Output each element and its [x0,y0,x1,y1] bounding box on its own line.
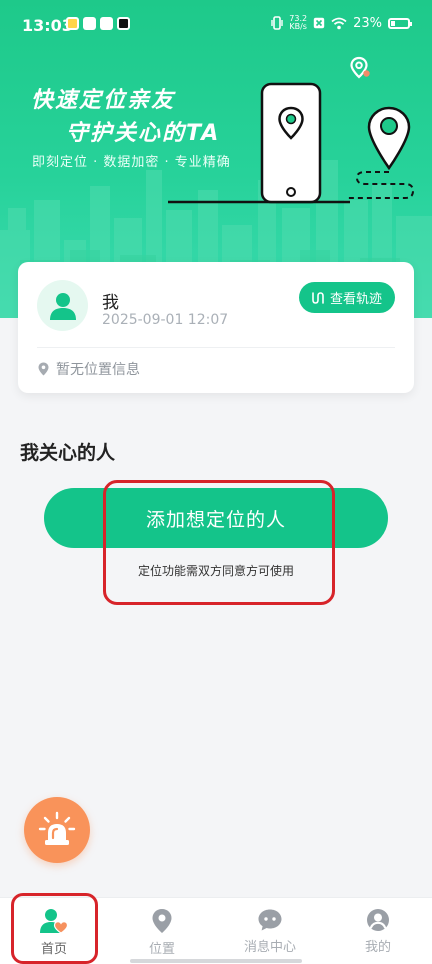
card-divider [37,347,395,348]
slogan-line-1: 快速定位亲友 [31,88,176,113]
my-location-card[interactable]: 我 2025-09-01 12:07 查看轨迹 暂无位置信息 [18,262,414,393]
app-notification-icon [83,17,96,30]
last-update-time: 2025-09-01 12:07 [102,312,229,328]
status-indicators: 73.2 KB/s 23% [271,14,412,31]
my-name: 我 [102,293,119,313]
tiktok-app-icon [117,17,130,30]
battery-percentage: 23% [353,15,382,31]
location-pin-icon [38,362,49,376]
annotation-highlight-box [103,480,335,605]
wifi-icon [331,17,347,29]
status-bar: 13:03 73.2 KB/s 23% [0,0,432,52]
track-route-icon [312,291,324,304]
chat-bubble-icon [258,909,282,931]
annotation-highlight-nav [11,893,98,964]
section-title-cared-people: 我关心的人 [20,442,116,464]
location-row: 暂无位置信息 [38,359,140,379]
view-track-label: 查看轨迹 [329,292,382,307]
alarm-siren-icon [38,811,76,845]
nav-messages[interactable]: 消息中心 [216,898,324,964]
nav-label-messages: 消息中心 [243,940,296,955]
location-text: 暂无位置信息 [56,362,140,378]
app-screen: 13:03 73.2 KB/s 23% 快速定位亲友 守护关心的TA 即刻定位 … [0,0,432,964]
nav-profile[interactable]: 我的 [324,898,432,964]
sos-alarm-button[interactable] [24,797,90,863]
mail-app-icon [100,17,113,30]
profile-icon [367,909,389,931]
nav-label-profile: 我的 [364,940,391,955]
battery-icon [388,17,412,29]
weibo-app-icon [66,17,79,30]
notification-icons [66,17,130,30]
nav-location[interactable]: 位置 [108,898,216,964]
location-pin-icon [152,909,172,933]
nav-label-location: 位置 [148,942,175,957]
network-speed: 73.2 KB/s [289,14,308,31]
no-sim-icon [313,17,325,29]
vibrate-icon [271,16,283,30]
user-avatar-icon [49,292,76,320]
phone-location-illustration [168,82,415,204]
gesture-home-indicator[interactable] [130,959,302,963]
view-track-button[interactable]: 查看轨迹 [298,282,395,313]
avatar [37,280,88,331]
